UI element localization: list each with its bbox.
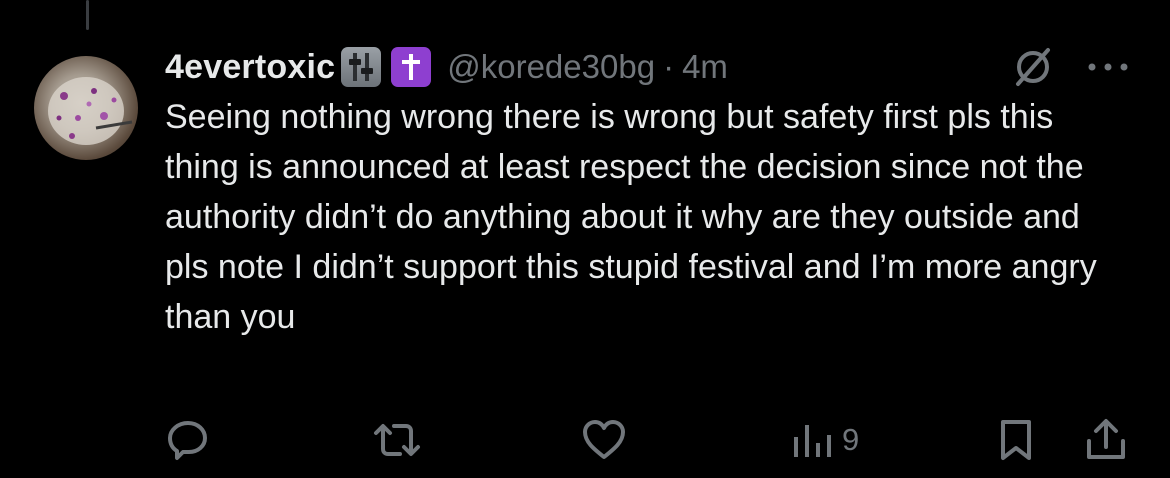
reply-icon <box>165 417 211 463</box>
display-name[interactable]: 4evertoxic <box>165 48 335 87</box>
views-icon <box>790 417 834 463</box>
tweet-actions-bar: 9 <box>0 412 1170 468</box>
grok-icon[interactable] <box>1010 44 1056 90</box>
like-icon <box>580 417 628 463</box>
meta-separator: · <box>663 48 675 85</box>
avatar-image <box>48 77 133 145</box>
more-icon[interactable] <box>1086 57 1130 77</box>
latin-cross-emoji <box>391 47 432 87</box>
user-handle[interactable]: @korede30bg <box>447 48 655 86</box>
like-button[interactable] <box>580 412 628 468</box>
level-slider-emoji <box>341 47 382 87</box>
retweet-button[interactable] <box>370 412 424 468</box>
share-button[interactable] <box>1083 412 1129 468</box>
tweet-header: 4evertoxic @korede30bg · 4m <box>165 40 728 94</box>
views-button[interactable]: 9 <box>790 412 859 468</box>
bookmark-button[interactable] <box>996 412 1036 468</box>
views-count: 9 <box>842 422 860 457</box>
retweet-icon <box>370 417 424 463</box>
avatar[interactable] <box>34 56 138 160</box>
reply-button[interactable] <box>165 412 211 468</box>
timestamp[interactable]: 4m <box>682 48 728 86</box>
bookmark-icon <box>996 417 1036 463</box>
header-actions <box>1010 44 1130 90</box>
thread-connector-line <box>86 0 89 30</box>
share-icon <box>1083 417 1129 463</box>
tweet-text: Seeing nothing wrong there is wrong but … <box>165 98 1097 336</box>
